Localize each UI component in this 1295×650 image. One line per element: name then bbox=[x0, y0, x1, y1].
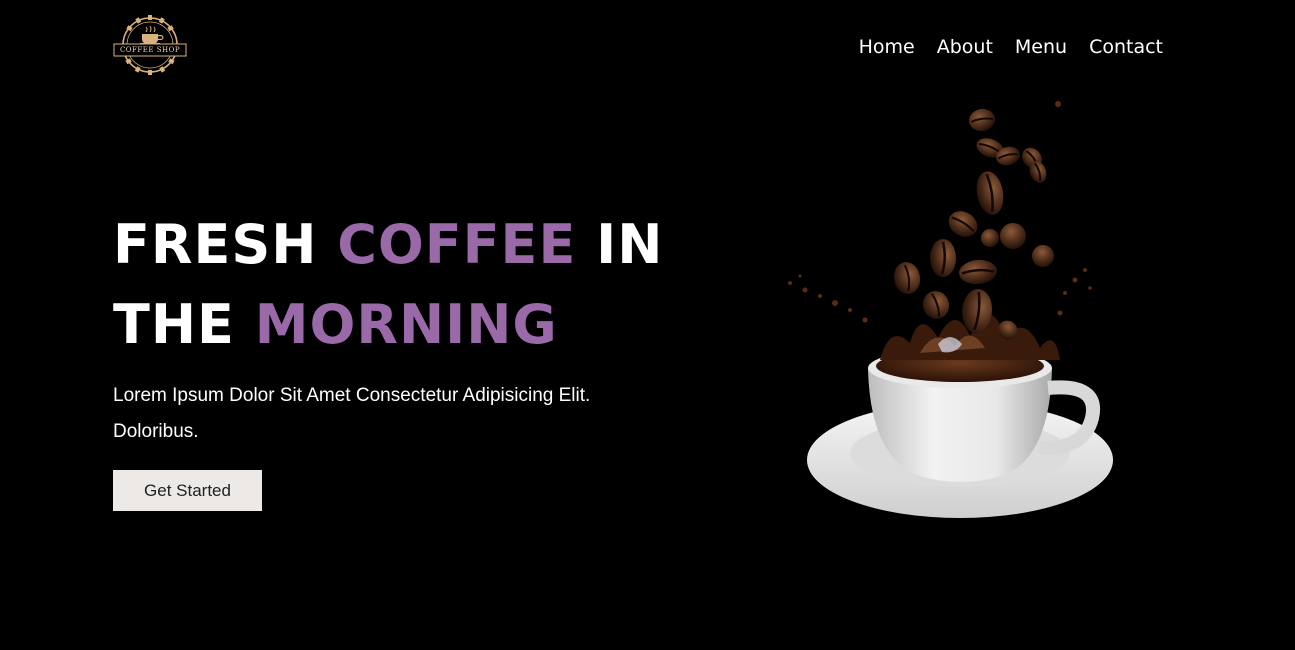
hero-title-line1-part1: FRESH bbox=[113, 213, 338, 276]
hero-title-line2-part1: THE bbox=[113, 293, 255, 356]
nav-item-menu[interactable]: Menu bbox=[1015, 34, 1067, 60]
landing-page: COFFEE SHOP Home About Menu Contact FRES… bbox=[0, 0, 1295, 650]
hero-title-accent-coffee: COFFEE bbox=[337, 213, 577, 276]
logo-text: COFFEE SHOP bbox=[119, 46, 181, 54]
coffee-cup-with-falling-beans-icon bbox=[788, 101, 1113, 518]
nav-item-home[interactable]: Home bbox=[859, 34, 915, 60]
hero-title-line1-part2: IN bbox=[576, 213, 664, 276]
hero-title-accent-morning: MORNING bbox=[254, 293, 558, 356]
logo-badge-icon bbox=[113, 15, 187, 75]
get-started-button[interactable]: Get Started bbox=[113, 470, 262, 511]
nav-item-about[interactable]: About bbox=[937, 34, 993, 60]
coffee-shop-logo[interactable]: COFFEE SHOP bbox=[112, 13, 188, 77]
nav-item-contact[interactable]: Contact bbox=[1089, 34, 1163, 60]
hero-title: FRESH COFFEE IN THE MORNING bbox=[113, 205, 663, 365]
hero-description: Lorem Ipsum Dolor Sit Amet Consectetur A… bbox=[113, 385, 591, 442]
main-nav: Home About Menu Contact bbox=[859, 34, 1163, 60]
